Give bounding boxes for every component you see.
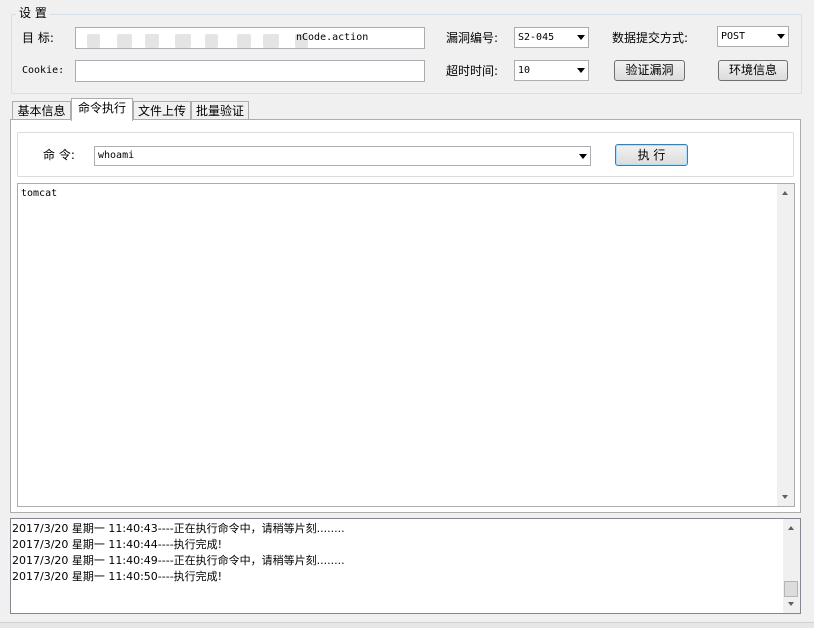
redacted-segment [87,34,100,48]
verify-vuln-button[interactable]: 验证漏洞 [614,60,685,81]
method-label: 数据提交方式: [612,31,689,45]
redacted-segment [237,34,251,48]
scroll-down-arrow-icon[interactable] [782,495,788,499]
log-scrollbar[interactable] [783,519,800,613]
vuln-id-select[interactable]: S2-045 [514,27,589,48]
command-label: 命 令: [43,148,75,162]
output-scrollbar[interactable] [777,184,794,506]
tab-basic-info[interactable]: 基本信息 [12,101,71,120]
target-label: 目 标: [22,31,54,45]
target-url-text: nCode.action [296,32,369,43]
log-line: 2017/3/20 星期一 11:40:44----执行完成! [12,538,223,551]
tab-file-upload[interactable]: 文件上传 [133,101,191,120]
window-bottom-edge [0,622,814,628]
tab-command-exec[interactable]: 命令执行 [71,98,133,121]
timeout-select[interactable]: 10 [514,60,589,81]
chevron-down-icon [579,154,587,159]
app-window: { "settings": { "group_title": "设 置", "t… [0,0,814,628]
settings-group [11,14,802,94]
redacted-segment [205,34,218,48]
env-info-button[interactable]: 环境信息 [718,60,788,81]
timeout-label: 超时时间: [446,64,499,78]
method-value: POST [721,31,746,42]
command-input[interactable]: whoami [94,146,591,166]
redacted-segment [145,34,159,48]
cookie-input[interactable] [75,60,425,82]
vuln-id-label: 漏洞编号: [446,31,499,45]
chevron-down-icon [577,35,585,40]
chevron-down-icon [577,68,585,73]
chevron-down-icon [777,34,785,39]
scroll-up-arrow-icon[interactable] [788,526,794,530]
scroll-thumb[interactable] [784,581,798,597]
redacted-segment [263,34,279,48]
redacted-segment [117,34,132,48]
scroll-up-arrow-icon[interactable] [782,191,788,195]
log-line: 2017/3/20 星期一 11:40:43----正在执行命令中，请稍等片刻.… [12,522,345,535]
timeout-value: 10 [518,65,531,76]
method-select[interactable]: POST [717,26,789,47]
execute-button[interactable]: 执 行 [615,144,688,166]
command-output-text: tomcat [21,188,58,199]
settings-group-title: 设 置 [16,6,50,20]
vuln-id-value: S2-045 [518,32,555,43]
command-output-area[interactable]: tomcat [17,183,795,507]
log-line: 2017/3/20 星期一 11:40:49----正在执行命令中，请稍等片刻.… [12,554,345,567]
tab-batch-verify[interactable]: 批量验证 [191,101,249,120]
log-line: 2017/3/20 星期一 11:40:50----执行完成! [12,570,223,583]
command-tab-page: 命 令: whoami 执 行 tomcat [10,119,801,513]
target-url-input[interactable]: nCode.action [75,27,425,49]
log-lines: 2017/3/20 星期一 11:40:43----正在执行命令中，请稍等片刻.… [12,521,345,585]
command-value: whoami [98,150,135,161]
redacted-segment [175,34,191,48]
cookie-label: Cookie: [22,65,65,76]
scroll-down-arrow-icon[interactable] [788,602,794,606]
log-area[interactable]: 2017/3/20 星期一 11:40:43----正在执行命令中，请稍等片刻.… [10,518,801,614]
